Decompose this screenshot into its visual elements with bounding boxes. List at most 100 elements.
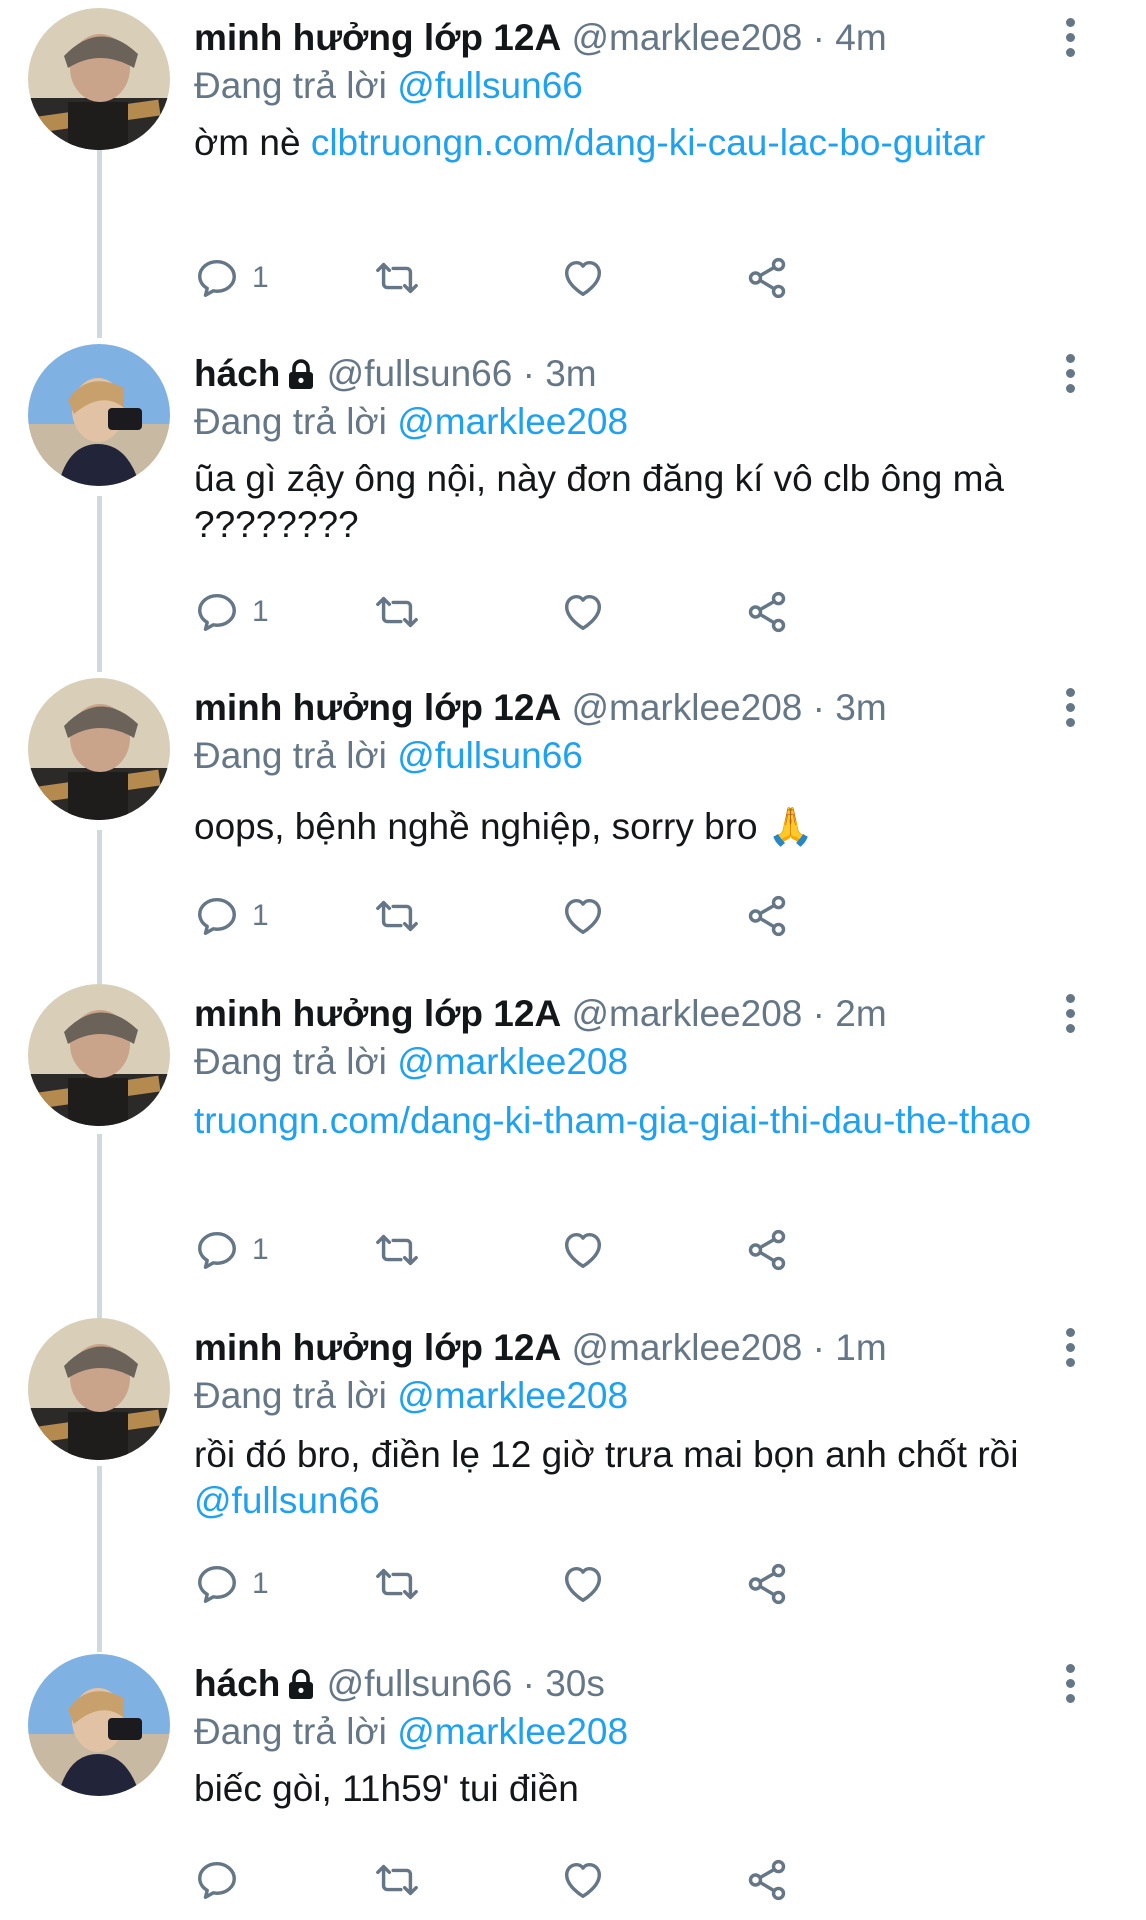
avatar[interactable] [28, 678, 170, 820]
separator-dot: · [812, 687, 825, 728]
more-vertical-icon[interactable] [1058, 354, 1082, 400]
reply-count: 1 [252, 1567, 269, 1600]
heart-icon [564, 898, 602, 935]
reply-button[interactable]: 1 [194, 890, 269, 942]
timestamp[interactable]: 3m [835, 687, 886, 728]
replying-to: Đang trả lời @marklee208 [194, 1710, 628, 1754]
like-button[interactable] [560, 1854, 606, 1906]
user-handle[interactable]: @fullsun66 [327, 353, 513, 394]
user-handle[interactable]: @marklee208 [571, 1327, 802, 1368]
retweet-icon [376, 1568, 418, 1600]
heart-icon [564, 1232, 602, 1269]
reply-icon [198, 259, 236, 297]
like-button[interactable] [560, 252, 606, 304]
reply-button[interactable]: 1 [194, 1224, 269, 1276]
timestamp[interactable]: 30s [545, 1663, 605, 1704]
tweet[interactable]: hách @fullsun66 · 3m Đang trả lời @markl… [0, 344, 1146, 664]
tweet-link[interactable]: truongn.com/dang-ki-tham-gia-giai-thi-da… [194, 1100, 1031, 1141]
avatar[interactable] [28, 1654, 170, 1796]
timestamp[interactable]: 1m [835, 1327, 886, 1368]
tweet-text: truongn.com/dang-ki-tham-gia-giai-thi-da… [194, 1098, 1094, 1144]
retweet-button[interactable] [374, 1854, 420, 1906]
reply-button[interactable]: 1 [194, 252, 269, 304]
more-vertical-icon[interactable] [1058, 18, 1082, 64]
timestamp[interactable]: 4m [835, 17, 886, 58]
action-bar: 1 [194, 890, 954, 942]
timestamp[interactable]: 3m [545, 353, 596, 394]
share-icon [748, 1229, 786, 1271]
more-vertical-icon[interactable] [1058, 1328, 1082, 1374]
replying-mention[interactable]: @marklee208 [397, 1711, 628, 1752]
separator-dot: · [812, 993, 825, 1034]
retweet-button[interactable] [374, 252, 420, 304]
share-button[interactable] [744, 586, 790, 638]
user-handle[interactable]: @marklee208 [571, 17, 802, 58]
reply-icon [198, 1565, 236, 1603]
reply-button[interactable] [194, 1854, 240, 1906]
action-bar [194, 1854, 954, 1906]
separator-dot: · [522, 1663, 535, 1704]
tweet-header: minh hưởng lớp 12A @marklee208 · 1m [194, 1326, 887, 1370]
retweet-button[interactable] [374, 1224, 420, 1276]
tweet-header: hách @fullsun66 · 3m [194, 352, 597, 396]
replying-mention[interactable]: @marklee208 [397, 401, 628, 442]
replying-mention[interactable]: @marklee208 [397, 1375, 628, 1416]
tweet-mention[interactable]: @fullsun66 [194, 1480, 380, 1521]
avatar[interactable] [28, 344, 170, 486]
tweet-link[interactable]: clbtruongn.com/dang-ki-cau-lac-bo-guitar [311, 122, 986, 163]
tweet[interactable]: hách @fullsun66 · 30s Đang trả lời @mark… [0, 1654, 1146, 1914]
like-button[interactable] [560, 586, 606, 638]
replying-to: Đang trả lời @marklee208 [194, 1040, 628, 1084]
more-vertical-icon[interactable] [1058, 1664, 1082, 1710]
retweet-icon [376, 1234, 418, 1266]
share-button[interactable] [744, 1558, 790, 1610]
display-name[interactable]: minh hưởng lớp 12A [194, 17, 561, 58]
tweet-header: minh hưởng lớp 12A @marklee208 · 4m [194, 16, 887, 60]
user-handle[interactable]: @fullsun66 [327, 1663, 513, 1704]
tweet-text: biếc gòi, 11h59' tui điền [194, 1766, 1094, 1812]
reply-icon [198, 897, 236, 935]
timestamp[interactable]: 2m [835, 993, 886, 1034]
share-button[interactable] [744, 1854, 790, 1906]
tweet[interactable]: minh hưởng lớp 12A @marklee208 · 4m Đang… [0, 8, 1146, 328]
reply-button[interactable]: 1 [194, 1558, 269, 1610]
replying-mention[interactable]: @marklee208 [397, 1041, 628, 1082]
replying-prefix: Đang trả lời [194, 1711, 387, 1752]
like-button[interactable] [560, 1558, 606, 1610]
reply-icon [198, 1861, 236, 1899]
display-name[interactable]: minh hưởng lớp 12A [194, 993, 561, 1034]
user-handle[interactable]: @marklee208 [571, 687, 802, 728]
separator-dot: · [522, 353, 535, 394]
retweet-icon [376, 900, 418, 932]
share-icon [748, 1859, 786, 1901]
tweet[interactable]: minh hưởng lớp 12A @marklee208 · 2m Đang… [0, 984, 1146, 1304]
retweet-button[interactable] [374, 890, 420, 942]
retweet-button[interactable] [374, 1558, 420, 1610]
more-vertical-icon[interactable] [1058, 688, 1082, 734]
replying-mention[interactable]: @fullsun66 [397, 65, 583, 106]
avatar[interactable] [28, 1318, 170, 1460]
more-vertical-icon[interactable] [1058, 994, 1082, 1040]
tweet-text-content: oops, bệnh nghề nghiệp, sorry bro 🙏 [194, 806, 814, 847]
share-button[interactable] [744, 890, 790, 942]
display-name[interactable]: hách [194, 1663, 280, 1704]
replying-prefix: Đang trả lời [194, 735, 387, 776]
display-name[interactable]: minh hưởng lớp 12A [194, 687, 561, 728]
tweet[interactable]: minh hưởng lớp 12A @marklee208 · 1m Đang… [0, 1318, 1146, 1638]
reply-button[interactable]: 1 [194, 586, 269, 638]
reply-count: 1 [252, 261, 269, 294]
share-button[interactable] [744, 1224, 790, 1276]
tweet[interactable]: minh hưởng lớp 12A @marklee208 · 3m Đang… [0, 678, 1146, 978]
retweet-button[interactable] [374, 586, 420, 638]
share-button[interactable] [744, 252, 790, 304]
action-bar: 1 [194, 1558, 954, 1610]
user-handle[interactable]: @marklee208 [571, 993, 802, 1034]
replying-mention[interactable]: @fullsun66 [397, 735, 583, 776]
display-name[interactable]: hách [194, 353, 280, 394]
replying-to: Đang trả lời @fullsun66 [194, 64, 583, 108]
avatar[interactable] [28, 984, 170, 1126]
display-name[interactable]: minh hưởng lớp 12A [194, 1327, 561, 1368]
like-button[interactable] [560, 890, 606, 942]
like-button[interactable] [560, 1224, 606, 1276]
avatar[interactable] [28, 8, 170, 150]
